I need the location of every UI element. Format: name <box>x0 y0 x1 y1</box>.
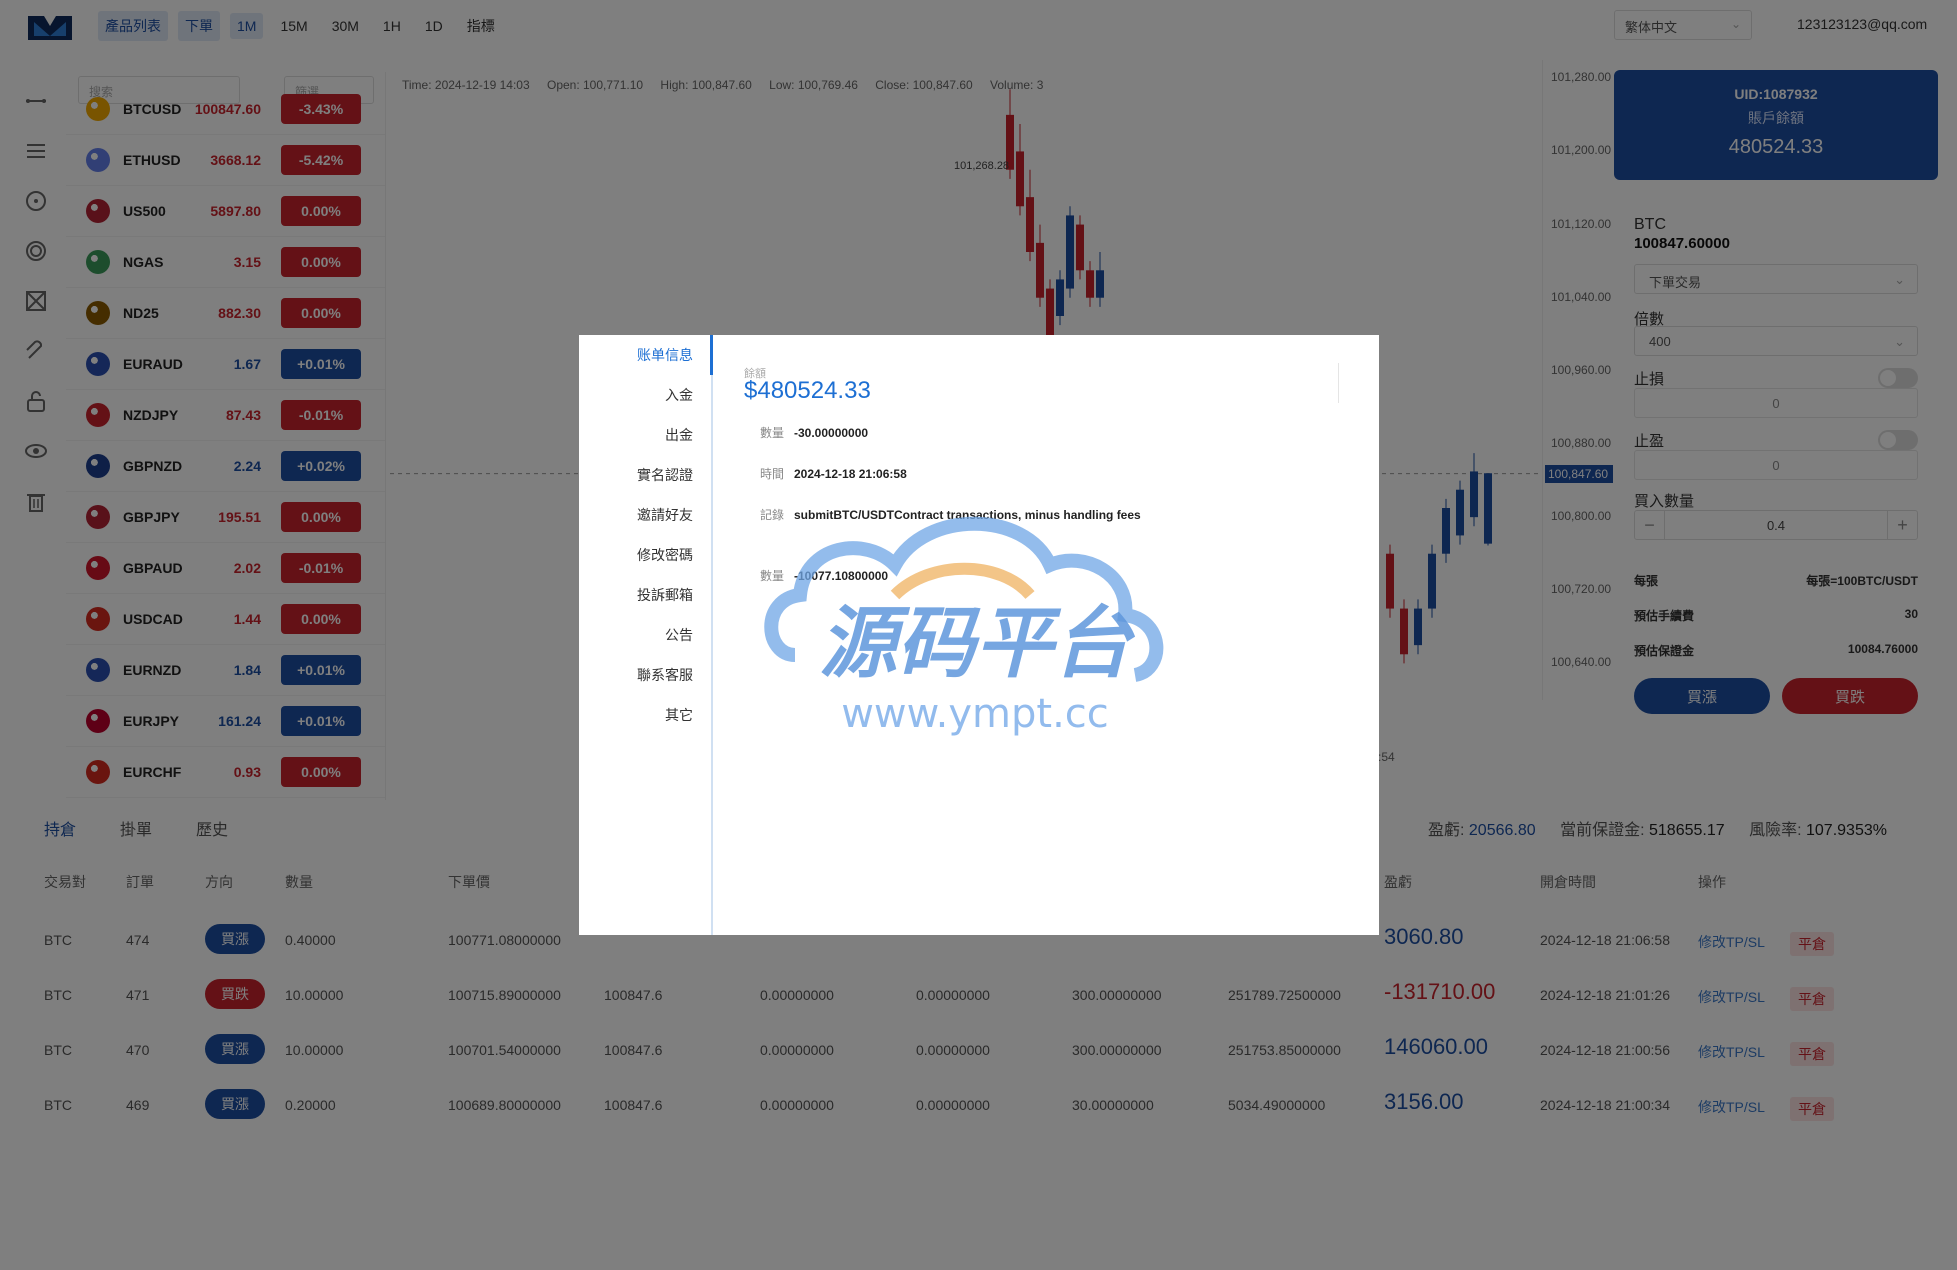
record-value: -30.00000000 <box>794 426 869 440</box>
menu-item[interactable]: 公告 <box>665 625 693 645</box>
menu-item[interactable]: 聯系客服 <box>637 665 693 685</box>
record-value: 2024-12-18 21:06:58 <box>794 467 907 481</box>
modal-balance: $480524.33 <box>744 377 871 404</box>
billing-record-row: 記錄 submitBTC/USDTContract transactions, m… <box>760 506 1141 523</box>
record-key: 數量 <box>760 426 785 440</box>
billing-record-row: 時間 2024-12-18 21:06:58 <box>760 465 907 482</box>
menu-item[interactable]: 出金 <box>665 425 693 445</box>
record-key: 時間 <box>760 467 785 481</box>
divider <box>1338 363 1339 403</box>
menu-item[interactable]: 實名認證 <box>637 465 693 485</box>
menu-item[interactable]: 投訴郵箱 <box>637 585 693 605</box>
menu-item[interactable]: 修改密碼 <box>637 545 693 565</box>
menu-item[interactable]: 邀請好友 <box>637 505 693 525</box>
record-key: 數量 <box>760 569 785 583</box>
active-menu-indicator <box>710 335 713 375</box>
record-key: 記錄 <box>760 508 785 522</box>
menu-item[interactable]: 其它 <box>665 705 693 725</box>
billing-record-row: 數量 -30.00000000 <box>760 424 868 441</box>
billing-info-panel: 餘額 $480524.33 數量 -30.00000000 時間 2024-12-18… <box>715 335 1379 935</box>
record-value: submitBTC/USDTContract transactions, min… <box>794 508 1141 522</box>
account-modal: 账单信息 入金 出金 實名認證 邀請好友 修改密碼 投訴郵箱 公告 聯系客服 其它 餘額 $480… <box>579 335 1379 935</box>
menu-item[interactable]: 账单信息 <box>637 345 693 365</box>
trading-app: 產品列表下單1M15M30M1H1D指標 繁体中文 ⌄ 123123123@qq… <box>0 0 1957 1270</box>
menu-item[interactable]: 入金 <box>665 385 693 405</box>
billing-record-row: 數量 -10077.10800000 <box>760 567 888 584</box>
record-value: -10077.10800000 <box>794 569 889 583</box>
account-menu: 账单信息入金出金實名認證邀請好友修改密碼投訴郵箱公告聯系客服其它 <box>579 335 713 935</box>
